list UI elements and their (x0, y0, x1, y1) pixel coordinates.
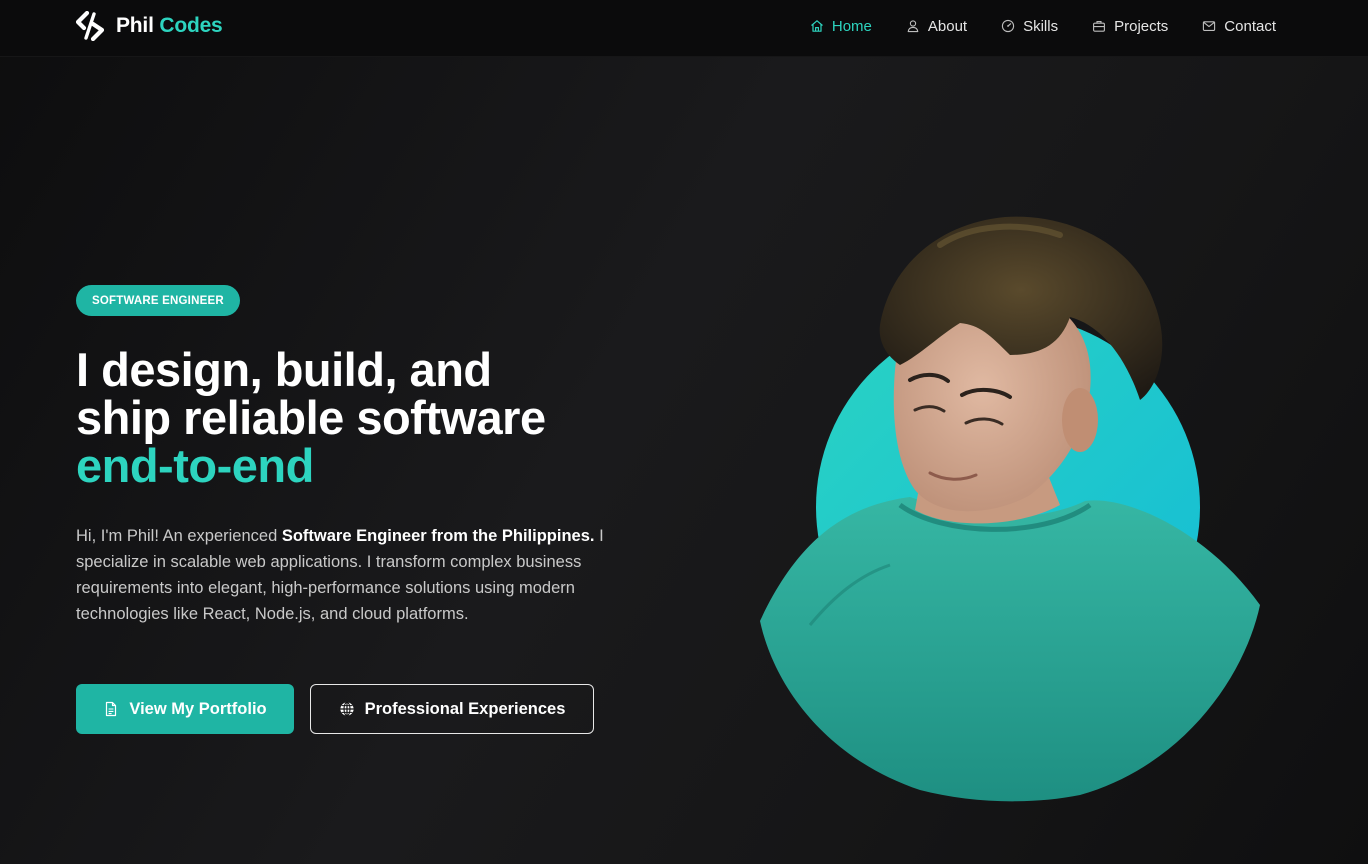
user-icon (907, 20, 919, 33)
professional-experiences-label: Professional Experiences (364, 699, 566, 718)
role-badge: SOFTWARE ENGINEER (76, 285, 240, 316)
brand-name: Phil Codes (116, 14, 223, 38)
profile-portrait (760, 216, 1260, 802)
main-nav: Home About Skills Projects Contact (810, 0, 1276, 52)
nav-item-label: Skills (1023, 17, 1059, 35)
nav-item-home[interactable]: Home (810, 18, 872, 35)
briefcase-icon (1093, 21, 1106, 32)
gauge-icon (1001, 19, 1015, 33)
nav-item-contact[interactable]: Contact (1202, 18, 1276, 35)
headline-line-1: I design, build, and (76, 343, 492, 396)
intro-highlight: Software Engineer from the Philippines. (281, 527, 595, 545)
view-portfolio-button[interactable]: View My Portfolio (76, 684, 294, 734)
nav-item-projects[interactable]: Projects (1092, 18, 1168, 35)
nav-item-label: Home (831, 17, 872, 35)
brand-logo-link[interactable]: Phil Codes (76, 11, 223, 41)
home-icon (810, 20, 823, 32)
nav-item-label: Contact (1224, 17, 1276, 35)
page: Phil Codes Home About Skills Projects Co… (0, 0, 1368, 864)
brand-name-first: Phil (116, 14, 154, 37)
nav-item-about[interactable]: About (906, 18, 967, 35)
document-icon (106, 701, 117, 717)
hero-intro: Hi, I'm Phil! An experienced Software En… (76, 523, 656, 627)
nav-item-label: Projects (1114, 17, 1169, 35)
view-portfolio-label: View My Portfolio (129, 699, 267, 718)
professional-experiences-button[interactable]: Professional Experiences (310, 684, 594, 734)
nav-item-label: About (927, 17, 968, 35)
headline-accent: end-to-end (76, 439, 314, 492)
brand-name-second: Codes (159, 14, 223, 37)
slash-code-logo-icon (76, 11, 104, 41)
portrait-shirt (760, 497, 1260, 802)
top-navbar: Phil Codes Home About Skills Projects Co… (0, 0, 1368, 57)
globe-icon (339, 701, 354, 717)
mail-icon (1203, 21, 1216, 31)
nav-item-skills[interactable]: Skills (1001, 18, 1058, 35)
hero-headline: I design, build, and ship reliable softw… (76, 346, 676, 490)
headline-line-2: ship reliable software (76, 391, 546, 444)
intro-lead: Hi, I'm Phil! An experienced (76, 527, 282, 545)
